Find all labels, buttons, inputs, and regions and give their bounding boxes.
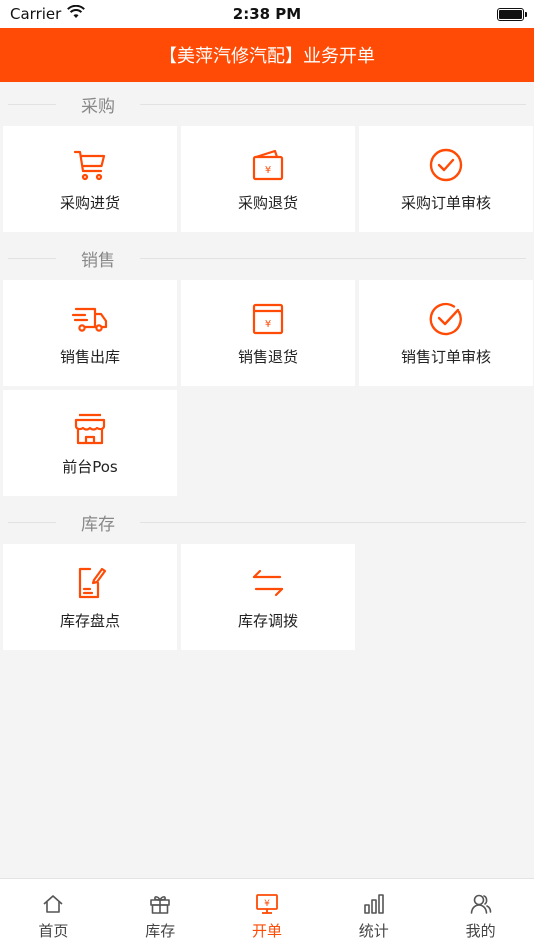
cell-label: 销售退货	[237, 347, 298, 366]
tab-label: 统计	[358, 922, 389, 940]
content: 采购 采购进货 ¥ 采购退货 采购订单审核 销售 销售出库 ¥ 销售退货 销售订…	[0, 82, 534, 650]
grid-stock: 库存盘点 库存调拨	[0, 544, 534, 650]
section-title-sales: 销售	[0, 236, 534, 280]
tab-label: 库存	[145, 922, 176, 940]
tab-order[interactable]: ¥ 开单	[214, 879, 321, 950]
tab-label: 开单	[251, 922, 282, 940]
grid-purchase: 采购进货 ¥ 采购退货 采购订单审核	[0, 126, 534, 232]
tab-label: 首页	[38, 922, 69, 940]
svg-text:¥: ¥	[265, 319, 271, 330]
return-box-icon: ¥	[249, 300, 287, 338]
screen-icon: ¥	[254, 891, 280, 917]
cell-label: 采购退货	[237, 193, 298, 212]
cell-label: 前台Pos	[62, 457, 118, 476]
wifi-icon	[67, 4, 86, 23]
edit-doc-icon	[71, 564, 109, 602]
page-title: 【美萍汽修汽配】业务开单	[159, 46, 375, 67]
battery-icon	[497, 7, 527, 21]
grid-sales: 销售出库 ¥ 销售退货 销售订单审核 前台Pos	[0, 280, 534, 496]
section-title-stock: 库存	[0, 500, 534, 544]
front-pos-button[interactable]: 前台Pos	[3, 390, 177, 496]
sales-order-review-button[interactable]: 销售订单审核	[359, 280, 533, 386]
store-icon	[71, 410, 109, 448]
cart-icon	[71, 146, 109, 184]
tab-label: 我的	[465, 922, 496, 940]
sales-return-button[interactable]: ¥ 销售退货	[181, 280, 355, 386]
status-bar: Carrier 2:38 PM	[0, 0, 534, 28]
cell-label: 采购订单审核	[400, 193, 491, 212]
carrier-label: Carrier	[10, 5, 62, 23]
tab-stats[interactable]: 统计	[320, 879, 427, 950]
stock-check-button[interactable]: 库存盘点	[3, 544, 177, 650]
tab-stock[interactable]: 库存	[107, 879, 214, 950]
cell-label: 采购进货	[59, 193, 120, 212]
bar-chart-icon	[361, 891, 387, 917]
user-icon	[468, 891, 494, 917]
purchase-order-review-button[interactable]: 采购订单审核	[359, 126, 533, 232]
truck-icon	[71, 300, 109, 338]
cell-label: 库存调拨	[237, 611, 298, 630]
wallet-icon: ¥	[249, 146, 287, 184]
cell-label: 库存盘点	[59, 611, 120, 630]
transfer-icon	[249, 564, 287, 602]
svg-text:¥: ¥	[265, 165, 271, 176]
nav-header: 【美萍汽修汽配】业务开单	[0, 28, 534, 82]
section-title-purchase: 采购	[0, 82, 534, 126]
cell-label: 销售订单审核	[400, 347, 491, 366]
tab-home[interactable]: 首页	[0, 879, 107, 950]
cell-label: 销售出库	[59, 347, 120, 366]
stock-transfer-button[interactable]: 库存调拨	[181, 544, 355, 650]
gift-icon	[147, 891, 173, 917]
tab-bar: 首页 库存 ¥ 开单 统计 我的	[0, 878, 534, 950]
status-left: Carrier	[10, 4, 86, 23]
check-circle-open-icon	[427, 300, 465, 338]
home-icon	[40, 891, 66, 917]
check-circle-icon	[427, 146, 465, 184]
purchase-return-button[interactable]: ¥ 采购退货	[181, 126, 355, 232]
svg-text:¥: ¥	[264, 899, 270, 909]
purchase-in-button[interactable]: 采购进货	[3, 126, 177, 232]
sales-out-button[interactable]: 销售出库	[3, 280, 177, 386]
tab-mine[interactable]: 我的	[427, 879, 534, 950]
